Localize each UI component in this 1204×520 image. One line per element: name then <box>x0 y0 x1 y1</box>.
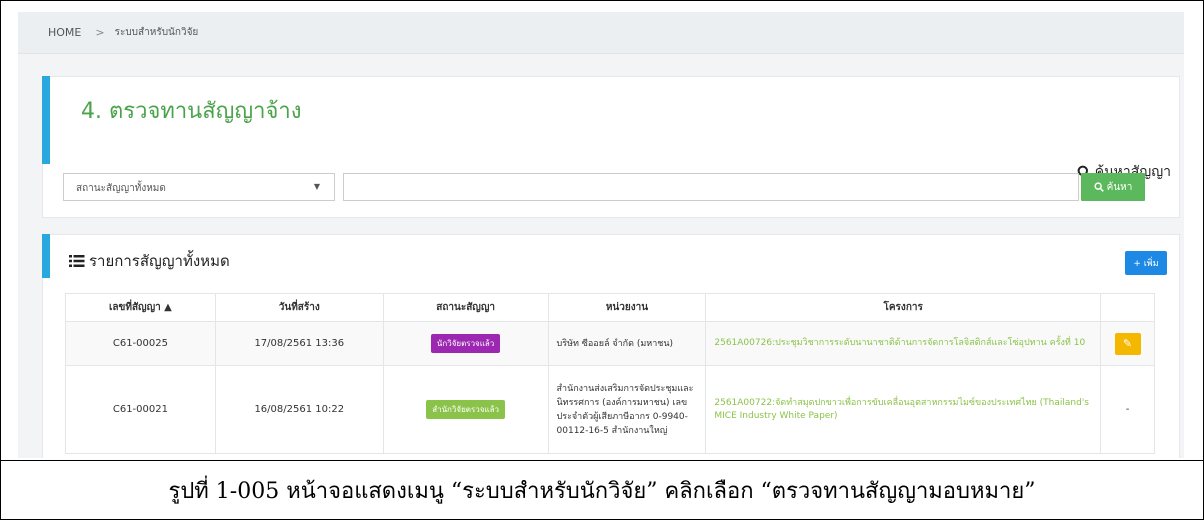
status-cell: นักวิจัยตรวจแล้ว <box>382 321 549 366</box>
contract-table: เลขที่สัญญา ▲ วันที่สร้าง สถานะสัญญา หน่… <box>65 293 1155 454</box>
status-select-value: สถานะสัญญาทั้งหมด <box>76 183 166 194</box>
header-panel: 4. ตรวจทานสัญญาจ้าง ค้นหาสัญญา สถานะสัญญ… <box>42 76 1180 218</box>
accent-bar <box>42 76 50 164</box>
search-button-label: ค้นหา <box>1106 181 1133 193</box>
list-icon <box>69 255 85 267</box>
status-select[interactable]: สถานะสัญญาทั้งหมด ▼ <box>63 173 335 201</box>
chevron-down-icon: ▼ <box>313 182 320 191</box>
breadcrumb: HOME > ระบบสำหรับนักวิจัย <box>18 12 1184 54</box>
column-header-unit[interactable]: หน่วยงาน <box>547 293 707 322</box>
contract-no-cell: C61-00025 <box>65 321 216 366</box>
unit-cell: บริษัท ซีออยล์ จำกัด (มหาชน) <box>547 321 707 366</box>
table-header-row: เลขที่สัญญา ▲ วันที่สร้าง สถานะสัญญา หน่… <box>65 293 1155 322</box>
column-header-contract-no[interactable]: เลขที่สัญญา ▲ <box>65 293 216 322</box>
accent-bar <box>42 234 50 278</box>
project-link[interactable]: 2561A00722:จัดทำสมุดปกขาวเพื่อการขับเคลื… <box>705 365 1101 454</box>
search-input[interactable] <box>343 173 1079 201</box>
column-header-project[interactable]: โครงการ <box>705 293 1101 322</box>
breadcrumb-separator: > <box>95 26 105 39</box>
created-cell: 16/08/2561 10:22 <box>214 365 384 454</box>
column-header-created[interactable]: วันที่สร้าง <box>214 293 384 322</box>
search-icon <box>1094 182 1104 192</box>
column-header-status[interactable]: สถานะสัญญา <box>382 293 549 322</box>
action-cell: - <box>1100 365 1155 454</box>
add-button[interactable]: + เพิ่ม <box>1125 251 1167 275</box>
edit-icon[interactable]: ✎ <box>1114 332 1141 355</box>
search-button[interactable]: ค้นหา <box>1081 173 1145 201</box>
status-cell: สำนักวิจัยตรวจแล้ว <box>382 365 549 454</box>
status-badge: สำนักวิจัยตรวจแล้ว <box>426 400 505 419</box>
list-title: รายการสัญญาทั้งหมด <box>69 249 230 273</box>
contract-list-panel: รายการสัญญาทั้งหมด + เพิ่ม เลขที่สัญญา ▲… <box>42 234 1180 458</box>
unit-cell: สำนักงานส่งเสริมการจัดประชุมและนิทรรศการ… <box>547 365 707 454</box>
project-link[interactable]: 2561A00726:ประชุมวิชาการระดับนานาชาติด้า… <box>705 321 1101 366</box>
figure-caption: รูปที่ 1-005 หน้าจอแสดงเมนู “ระบบสำหรับน… <box>0 460 1204 520</box>
action-cell: ✎ <box>1100 321 1155 366</box>
screenshot: HOME > ระบบสำหรับนักวิจัย 4. ตรวจทานสัญญ… <box>18 12 1184 458</box>
status-badge: นักวิจัยตรวจแล้ว <box>430 334 501 353</box>
table-row: C61-00021 16/08/2561 10:22 สำนักวิจัยตรว… <box>65 365 1155 454</box>
created-cell: 17/08/2561 13:36 <box>214 321 384 366</box>
column-header-action <box>1100 293 1155 322</box>
list-title-text: รายการสัญญาทั้งหมด <box>89 252 230 270</box>
breadcrumb-current[interactable]: ระบบสำหรับนักวิจัย <box>115 25 199 40</box>
breadcrumb-home[interactable]: HOME <box>48 26 81 39</box>
page-title: 4. ตรวจทานสัญญาจ้าง <box>81 99 302 124</box>
table-row: C61-00025 17/08/2561 13:36 นักวิจัยตรวจแ… <box>65 321 1155 366</box>
contract-no-cell: C61-00021 <box>65 365 216 454</box>
